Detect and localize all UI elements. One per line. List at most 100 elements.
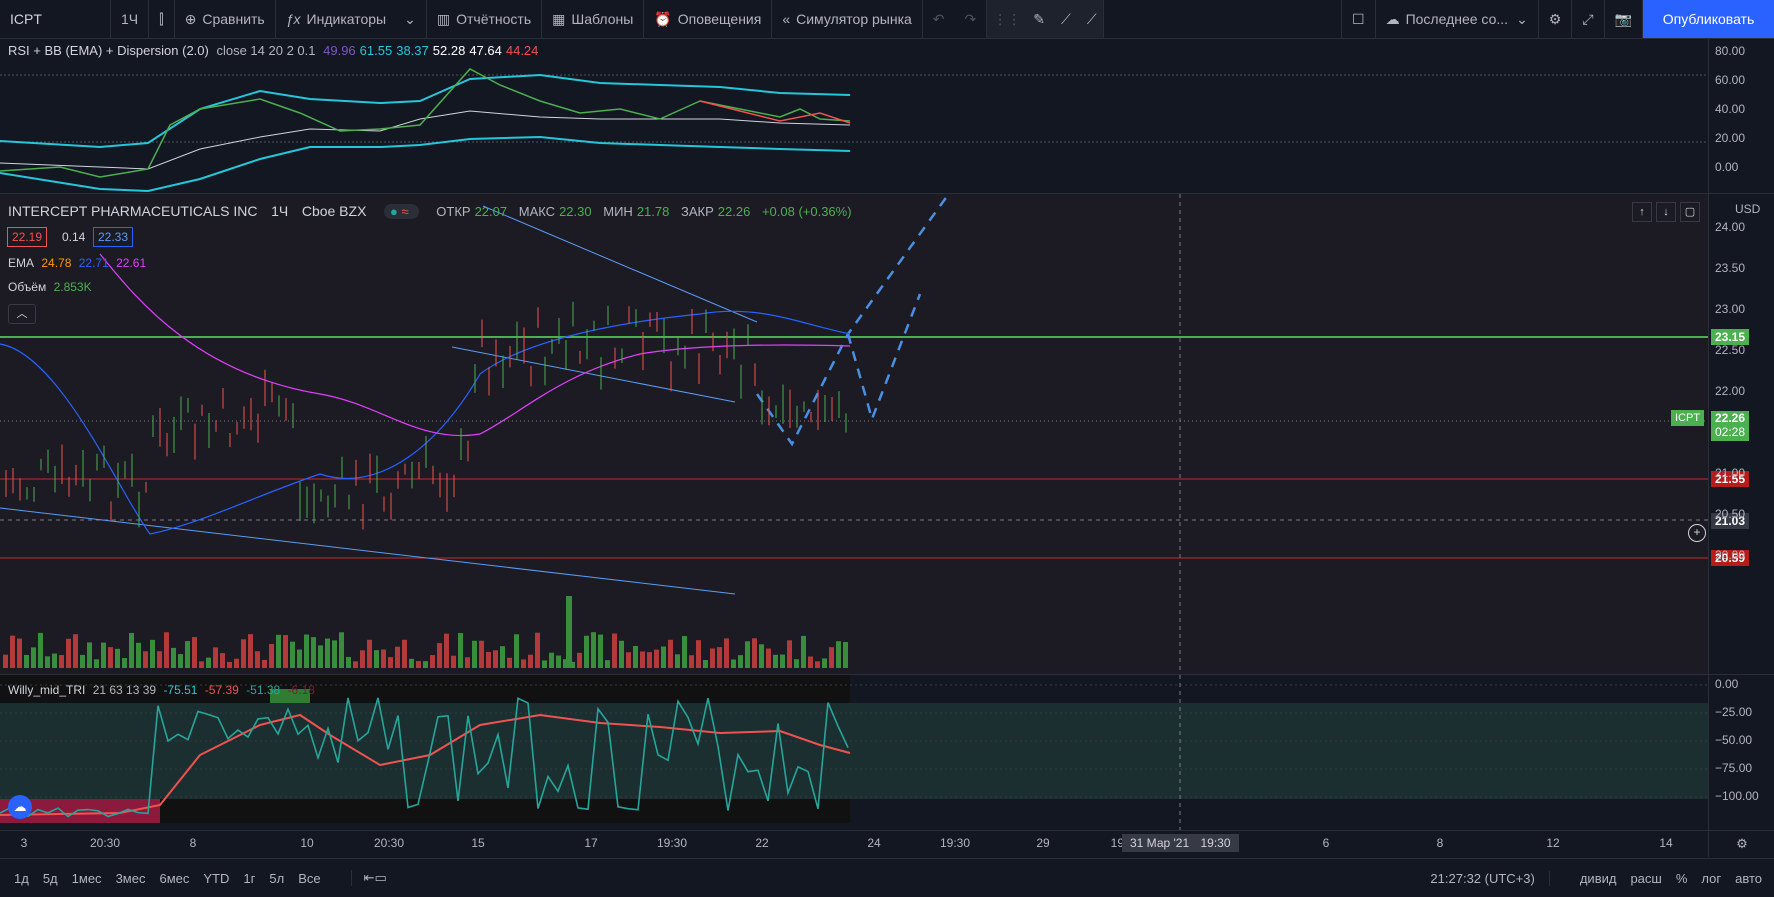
volume-bar [17,638,22,668]
interval-button[interactable]: 1Ч [111,0,150,38]
ray-icon[interactable]: ⟋ [1087,11,1097,28]
volume-bar [381,649,386,668]
price-axis-label: 22.50 [1715,343,1746,357]
scale-option-лог[interactable]: лог [1701,871,1721,886]
crosshair-plus-button[interactable]: + [1688,524,1706,542]
brush-icon[interactable]: ✎ [1033,11,1045,28]
time-tick-label: 17 [584,836,598,850]
willy-pane[interactable]: Willy_mid_TRI 21 63 13 39 -75.51 -57.39 … [0,675,1708,830]
volume-bar [507,657,512,668]
range-button-5л[interactable]: 5л [269,871,284,886]
volume-bar [213,647,218,668]
last-price-symbol-tag: ICPT [1671,410,1705,426]
date-range-button[interactable]: ⇤▭ [350,870,387,886]
willy-axis-label: −100.00 [1715,789,1759,803]
currency-label[interactable]: USD [1735,202,1760,216]
compare-button[interactable]: ⊕ Сравнить [175,0,276,38]
snapshot-button[interactable]: 📷 [1605,0,1643,38]
top-toolbar: ICPT 1Ч ⫿ ⊕ Сравнить ƒx Индикаторы ⌄ ▥ Отчёт… [0,0,1774,39]
drag-handle-icon[interactable]: ⋮⋮ [993,11,1021,28]
willy-plot [0,675,1708,830]
price-axis-label: 20.50 [1715,507,1746,521]
main-legend[interactable]: INTERCEPT PHARMACEUTICALS INC 1Ч Cboe BZ… [8,203,856,219]
scale-option-%[interactable]: % [1676,871,1688,886]
volume-bar [472,640,477,668]
market-status-icon[interactable]: ● ≈ [384,204,419,219]
willy-value-2: -57.39 [204,683,239,697]
range-button-1д[interactable]: 1д [14,871,29,886]
volume-bar [535,632,540,668]
undo-button[interactable]: ↶ [923,0,955,38]
volume-bar [521,659,526,668]
price-axis-label: 24.00 [1715,220,1746,234]
volume-bar [143,651,148,668]
scale-option-авто[interactable]: авто [1735,871,1762,886]
alerts-button[interactable]: ⏰ Оповещения [644,0,773,38]
range-button-Все[interactable]: Все [298,871,320,886]
layout-save-button[interactable]: ☁ Последнее со... ⌄ [1376,0,1539,38]
fullscreen-layout-button[interactable]: ☐ [1341,0,1376,38]
range-button-3мес[interactable]: 3мес [116,871,146,886]
range-button-5д[interactable]: 5д [43,871,58,886]
time-axis-settings[interactable]: ⚙ [1708,830,1774,857]
trend-line-icon[interactable]: ⟋ [1061,11,1071,28]
ohlc-low: МИН 21.78 [603,204,670,219]
main-price-axis[interactable]: USD 23.15 22.26 02:28 21.55 21.03 20.59 2… [1708,194,1774,675]
symbol-search[interactable]: ICPT [0,0,111,38]
channel-lower-line [451,346,736,403]
volume-bar [59,655,64,668]
rsi-price-axis[interactable]: 80.00 60.00 40.00 20.00 0.00 [1708,39,1774,194]
volume-bar [318,645,323,668]
reports-button[interactable]: ▥ Отчётность [427,0,543,38]
volume-bar [290,641,295,668]
time-tick-label: 29 [1036,836,1050,850]
rsi-title: RSI + BB (EMA) + Dispersion (2.0) [8,43,209,58]
volume-bar [640,651,645,668]
volume-bar [276,634,281,668]
volume-spike-bar [566,596,572,668]
volume-legend[interactable]: Объём 2.853K [8,280,96,294]
settings-button[interactable]: ⚙ [1539,0,1573,38]
ask-price[interactable]: 22.33 [93,227,134,247]
redo-icon: ↷ [964,10,977,27]
crosshair-date: 31 Мар '21 [1130,836,1190,850]
tradingview-logo[interactable]: ☁ [8,795,32,819]
rsi-pane[interactable]: RSI + BB (EMA) + Dispersion (2.0) close … [0,39,1708,194]
collapse-legend-button[interactable]: ︿ [8,304,36,324]
rsi-value-4: 52.28 [432,43,466,58]
willy-legend[interactable]: Willy_mid_TRI 21 63 13 39 -75.51 -57.39 … [8,683,319,697]
volume-label: Объём [8,280,47,294]
crosshair-time-label: 31 Мар '21 19:30 [1122,834,1239,852]
volume-bar [766,648,771,668]
price-axis-label: 21.00 [1715,466,1746,480]
ema-value-1: 24.78 [41,256,72,270]
range-button-YTD[interactable]: YTD [203,871,229,886]
symbol-title: INTERCEPT PHARMACEUTICALS INC [8,203,258,219]
rsi-legend[interactable]: RSI + BB (EMA) + Dispersion (2.0) close … [8,43,546,58]
chevron-down-icon: ⌄ [404,10,416,27]
scroll-down-button[interactable]: ↓ [1656,202,1676,222]
range-button-6мес[interactable]: 6мес [159,871,189,886]
chart-type-button[interactable]: ⫿ [149,0,175,38]
replay-button[interactable]: « Симулятор рынка [772,0,923,38]
main-chart-pane[interactable]: INTERCEPT PHARMACEUTICALS INC 1Ч Cboe BZ… [0,194,1708,675]
maximize-pane-button[interactable]: ▢ [1680,202,1700,222]
scale-option-дивид[interactable]: дивид [1580,871,1617,886]
clock[interactable]: 21:27:32 (UTC+3) [1430,870,1550,886]
scroll-up-button[interactable]: ↑ [1632,202,1652,222]
indicators-label: Индикаторы [306,11,387,27]
bid-price[interactable]: 22.19 [7,227,48,247]
redo-button[interactable]: ↷ [955,0,988,38]
symbol-label: ICPT [10,11,42,27]
templates-button[interactable]: ▦ Шаблоны [542,0,645,38]
publish-button[interactable]: Опубликовать [1643,0,1774,38]
scale-option-расш[interactable]: расш [1630,871,1661,886]
volume-bar [409,658,414,668]
range-button-1мес[interactable]: 1мес [72,871,102,886]
fullscreen-button[interactable]: ⤢ [1572,0,1605,38]
range-button-1г[interactable]: 1г [243,871,255,886]
ema-legend[interactable]: EMA 24.78 22.71 22.61 [8,256,150,270]
time-axis[interactable]: 14 12 8 6 19: 29 19:30 24 22 19:30 17 15 20:30 10 8 20:… [0,830,1708,857]
willy-axis[interactable]: 0.00 −25.00 −50.00 −75.00 −100.00 [1708,675,1774,830]
indicators-button[interactable]: ƒx Индикаторы ⌄ [276,0,427,38]
